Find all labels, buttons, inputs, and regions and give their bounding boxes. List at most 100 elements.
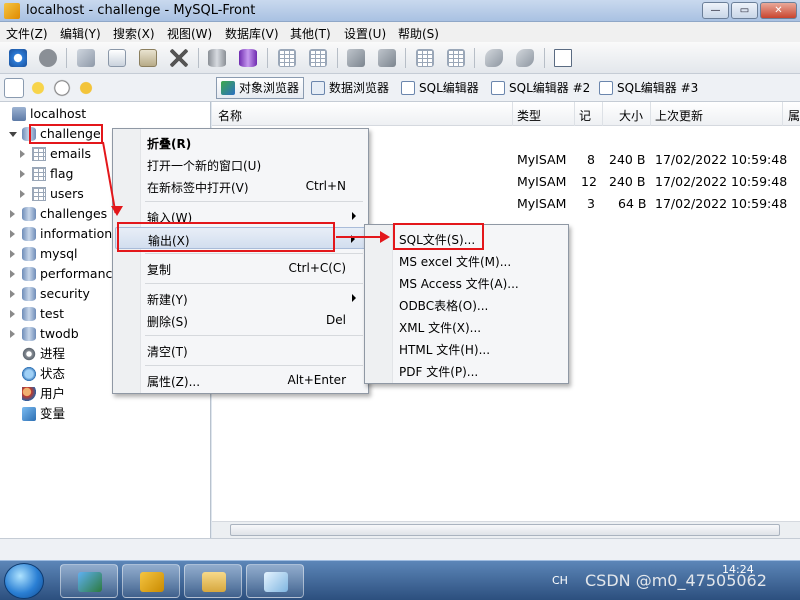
expand-arrow-icon[interactable]: [20, 150, 25, 158]
menu-edit[interactable]: 编辑(Y): [60, 25, 101, 42]
menu-separator: [145, 283, 363, 284]
taskbar-app-explorer[interactable]: [184, 564, 242, 598]
tree-node-label: 进程: [40, 346, 66, 361]
tab-sql-editor-3[interactable]: SQL编辑器 #3: [594, 77, 703, 99]
menu-item-new[interactable]: 新建(Y): [115, 287, 366, 309]
column-size[interactable]: 大小: [619, 107, 643, 124]
key-add-icon: [485, 49, 503, 67]
tree-view-toggle-button[interactable]: [4, 78, 24, 98]
column-attributes[interactable]: 属: [788, 107, 800, 124]
copy-button[interactable]: [104, 45, 130, 71]
close-button[interactable]: ✕: [760, 2, 797, 19]
disconnect-button[interactable]: [374, 45, 400, 71]
favorites-icon[interactable]: [28, 78, 48, 98]
taskbar-app-mysql-front[interactable]: [122, 564, 180, 598]
toolbar-separator: [474, 48, 475, 68]
column-divider[interactable]: [574, 102, 575, 126]
menu-item-empty[interactable]: 清空(T): [115, 339, 366, 361]
start-button[interactable]: [4, 563, 44, 599]
menu-settings[interactable]: 设置(U): [344, 25, 386, 42]
context-menu: 折叠(R) 打开一个新的窗口(U) 在新标签中打开(V) Ctrl+N 输入(W)…: [112, 128, 369, 394]
expand-arrow-icon[interactable]: [10, 250, 15, 258]
menu-item-open-new-window[interactable]: 打开一个新的窗口(U): [115, 153, 366, 175]
column-divider[interactable]: [512, 102, 513, 126]
new-database-button[interactable]: [204, 45, 230, 71]
menu-shortcut: Del: [326, 313, 346, 327]
delete-row-button[interactable]: [305, 45, 331, 71]
menu-item-label: 新建(Y): [147, 293, 188, 307]
refresh-button[interactable]: [5, 45, 31, 71]
paste-button[interactable]: [135, 45, 161, 71]
input-language-indicator[interactable]: CH: [552, 574, 568, 587]
copy-icon: [108, 49, 126, 67]
menu-help[interactable]: 帮助(S): [398, 25, 439, 42]
submenu-arrow-icon: [352, 294, 356, 302]
menu-item-delete[interactable]: 删除(S) Del: [115, 309, 366, 331]
export-pdf-file[interactable]: PDF 文件(P)...: [367, 359, 566, 381]
new-column-button[interactable]: [412, 45, 438, 71]
menu-item-collapse[interactable]: 折叠(R): [115, 131, 366, 153]
menu-item-open-new-tab[interactable]: 在新标签中打开(V) Ctrl+N: [115, 175, 366, 197]
menu-file[interactable]: 文件(Z): [6, 25, 48, 42]
cut-button[interactable]: [73, 45, 99, 71]
tab-data-browser[interactable]: 数据浏览器: [306, 77, 394, 99]
export-access-file[interactable]: MS Access 文件(A)...: [367, 271, 566, 293]
menu-database[interactable]: 数据库(V): [225, 25, 279, 42]
export-odbc-table[interactable]: ODBC表格(O)...: [367, 293, 566, 315]
list-header: 名称 类型 记 大小 上次更新 属: [212, 102, 800, 126]
maximize-button[interactable]: ▭: [731, 2, 758, 19]
expand-arrow-icon[interactable]: [20, 170, 25, 178]
column-records[interactable]: 记: [579, 107, 591, 124]
tree-node-label: 状态: [40, 366, 66, 381]
drop-database-button[interactable]: [235, 45, 261, 71]
tab-sql-editor[interactable]: SQL编辑器: [396, 77, 484, 99]
scrollbar-thumb[interactable]: [230, 524, 780, 536]
table-add-icon: [278, 49, 296, 67]
expand-arrow-icon[interactable]: [10, 210, 15, 218]
delete-key-button[interactable]: [512, 45, 538, 71]
column-type[interactable]: 类型: [517, 107, 541, 124]
horizontal-scrollbar[interactable]: [212, 521, 800, 538]
column-divider[interactable]: [782, 102, 783, 126]
mysql-front-app-icon: [4, 3, 20, 19]
delete-column-button[interactable]: [443, 45, 469, 71]
checklist-button[interactable]: [550, 45, 576, 71]
taskbar-app-notepad[interactable]: [246, 564, 304, 598]
menu-search[interactable]: 搜索(X): [113, 25, 155, 42]
expand-arrow-icon[interactable]: [10, 330, 15, 338]
export-excel-file[interactable]: MS excel 文件(M)...: [367, 249, 566, 271]
tab-sql-editor-2[interactable]: SQL编辑器 #2: [486, 77, 595, 99]
cell-last-update: 17/02/2022 10:59:48: [655, 174, 788, 189]
export-xml-file[interactable]: XML 文件(X)...: [367, 315, 566, 337]
collapse-arrow-icon[interactable]: [9, 132, 17, 137]
history-clock-icon[interactable]: [52, 78, 72, 98]
export-html-file[interactable]: HTML 文件(H)...: [367, 337, 566, 359]
delete-button[interactable]: [166, 45, 192, 71]
column-divider[interactable]: [602, 102, 603, 126]
expand-arrow-icon[interactable]: [10, 290, 15, 298]
column-last-update[interactable]: 上次更新: [655, 107, 703, 124]
column-divider[interactable]: [650, 102, 651, 126]
tab-object-browser[interactable]: 对象浏览器: [216, 77, 305, 99]
menu-view[interactable]: 视图(W): [167, 25, 212, 42]
menu-separator: [145, 253, 363, 254]
sql-history-icon[interactable]: [76, 78, 96, 98]
notepad-icon: [264, 572, 288, 592]
new-key-button[interactable]: [481, 45, 507, 71]
add-row-button[interactable]: [274, 45, 300, 71]
menu-item-label: 在新标签中打开(V): [147, 181, 249, 195]
expand-arrow-icon[interactable]: [20, 190, 25, 198]
expand-arrow-icon[interactable]: [10, 270, 15, 278]
menu-item-properties[interactable]: 属性(Z)... Alt+Enter: [115, 369, 366, 391]
taskbar-app-network[interactable]: [60, 564, 118, 598]
stop-button[interactable]: [35, 45, 61, 71]
expand-arrow-icon[interactable]: [10, 230, 15, 238]
connect-button[interactable]: [343, 45, 369, 71]
column-name[interactable]: 名称: [218, 107, 242, 124]
minimize-button[interactable]: —: [702, 2, 729, 19]
window-title: localhost - challenge - MySQL-Front: [26, 3, 256, 18]
expand-arrow-icon[interactable]: [10, 310, 15, 318]
annotation-box-export: [117, 222, 335, 252]
menu-item-copy[interactable]: 复制 Ctrl+C(C): [115, 257, 366, 279]
menu-other[interactable]: 其他(T): [290, 25, 331, 42]
